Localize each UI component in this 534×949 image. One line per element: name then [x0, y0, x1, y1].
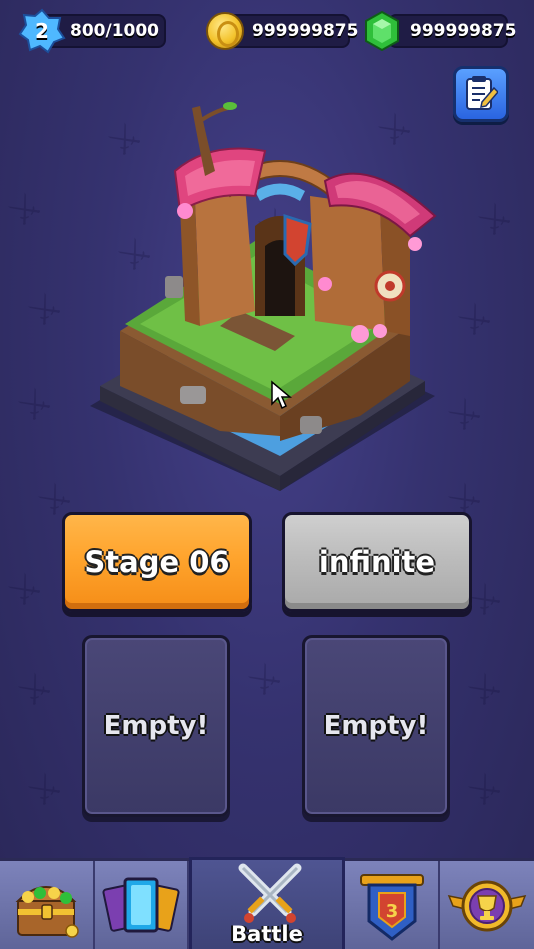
notepad-icon	[466, 76, 498, 110]
slot-label: Empty!	[103, 711, 209, 741]
notes-button[interactable]	[453, 66, 509, 122]
gold-amount: 999999875	[252, 21, 359, 41]
player-level: 2	[35, 19, 49, 43]
battle-label: Battle	[231, 922, 303, 946]
clan-shield-icon: 3	[359, 873, 424, 941]
treasure-chest-icon	[15, 885, 79, 938]
trophy-icon	[447, 880, 527, 931]
xp-text: 800/1000	[70, 21, 160, 41]
green-gem-icon	[365, 11, 399, 51]
nav-shop-tab[interactable]	[0, 861, 95, 949]
arena-illustration	[90, 102, 437, 491]
gem-pill[interactable]: 999999875	[388, 14, 516, 48]
slot-label: Empty!	[323, 711, 429, 741]
top-resource-bar: 800/1000 2 999999875 999999875	[0, 0, 534, 62]
nav-trophy-tab[interactable]	[440, 861, 534, 949]
svg-text:3: 3	[385, 901, 398, 922]
gold-coin-icon	[206, 12, 244, 50]
nav-clan-tab[interactable]: 3	[345, 861, 440, 949]
mouse-cursor-icon	[271, 380, 292, 410]
nav-cards-tab[interactable]	[95, 861, 189, 949]
infinite-button-label: infinite	[318, 545, 436, 579]
stage-button[interactable]: Stage 06	[62, 512, 252, 612]
infinite-button[interactable]: infinite	[282, 512, 472, 612]
bottom-navigation: Battle 3	[0, 857, 534, 949]
gem-amount: 999999875	[410, 21, 517, 41]
cards-icon	[102, 877, 180, 932]
empty-slot-left[interactable]: Empty!	[82, 635, 230, 817]
xp-star-icon: 2	[18, 8, 66, 54]
empty-slot-right[interactable]: Empty!	[302, 635, 450, 817]
crossed-swords-icon	[238, 863, 302, 923]
stage-button-label: Stage 06	[84, 545, 230, 579]
nav-battle-tab[interactable]: Battle	[189, 857, 345, 949]
